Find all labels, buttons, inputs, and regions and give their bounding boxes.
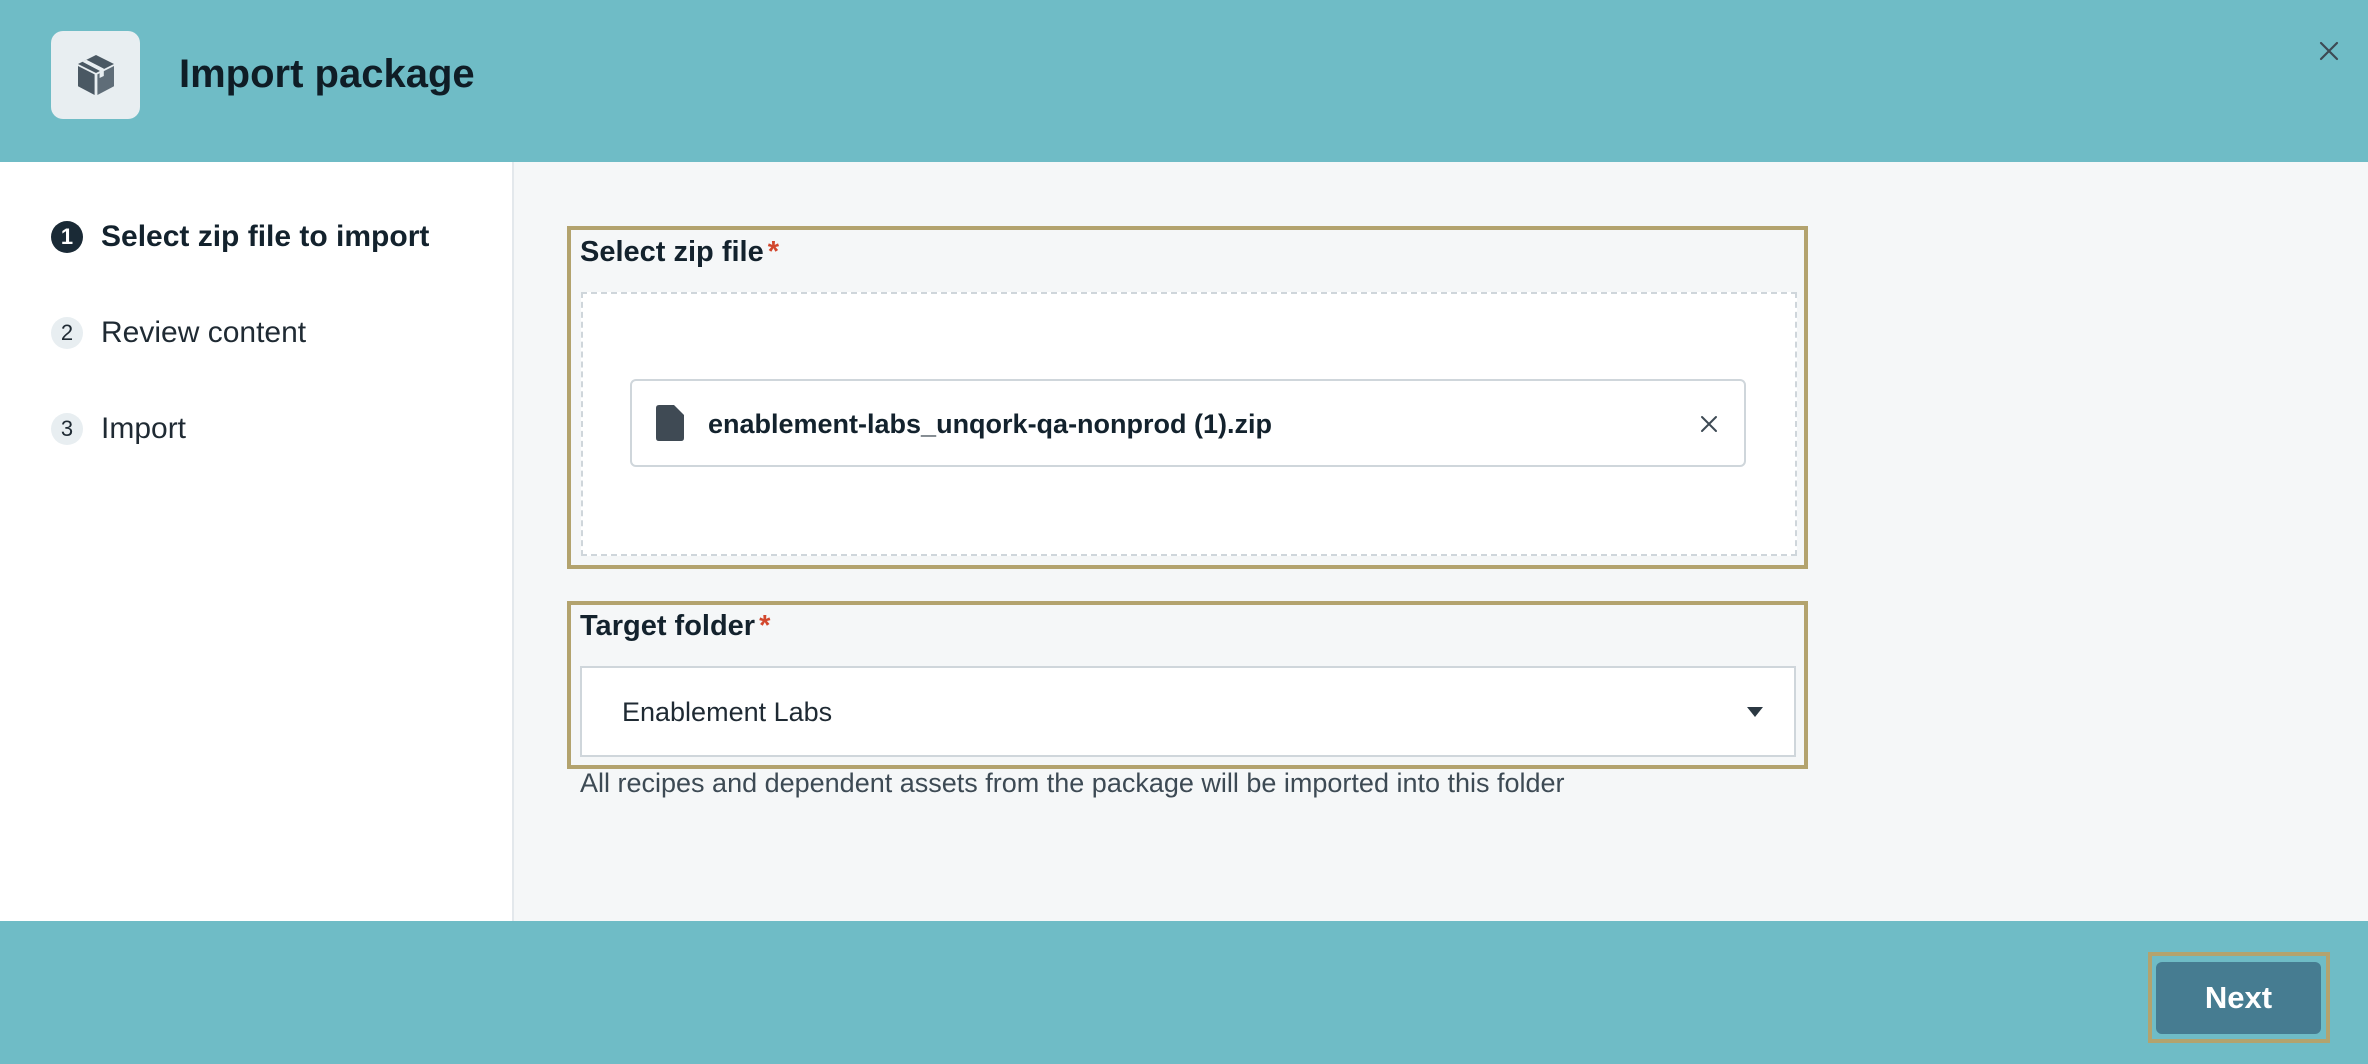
- folder-helper-text: All recipes and dependent assets from th…: [580, 768, 1565, 798]
- package-icon: [77, 55, 114, 95]
- remove-file-button[interactable]: [1696, 411, 1722, 437]
- folder-field-label: Target folder *: [580, 610, 770, 643]
- caret-down-icon: [1747, 707, 1763, 717]
- folder-field-label-text: Target folder: [580, 610, 756, 642]
- file-icon: [656, 405, 684, 441]
- dialog-footer: [0, 921, 2368, 1064]
- wizard-steps: 1 Select zip file to import 2 Review con…: [0, 162, 514, 921]
- step-label: Select zip file to import: [101, 220, 430, 253]
- target-folder-value: Enablement Labs: [622, 697, 833, 727]
- required-marker: *: [767, 236, 780, 268]
- step-select-zip[interactable]: 1 Select zip file to import: [51, 217, 429, 257]
- selected-file-chip: enablement-labs_unqork-qa-nonprod (1).zi…: [630, 379, 1746, 467]
- step-review-content[interactable]: 2 Review content: [51, 313, 306, 353]
- step-label: Import: [101, 412, 187, 445]
- step-number: 2: [51, 317, 83, 349]
- step-number: 1: [51, 221, 83, 253]
- next-button[interactable]: Next: [2156, 962, 2321, 1034]
- close-button[interactable]: [2313, 35, 2345, 67]
- remove-file-icon: [1701, 416, 1717, 432]
- dialog-header: Import package: [0, 0, 2368, 162]
- file-name: enablement-labs_unqork-qa-nonprod (1).zi…: [708, 409, 1273, 439]
- target-folder-select[interactable]: Enablement Labs: [580, 666, 1796, 757]
- package-icon-box: [51, 31, 140, 119]
- step-import[interactable]: 3 Import: [51, 409, 186, 449]
- close-icon: [2319, 41, 2339, 61]
- step-label: Review content: [101, 316, 307, 349]
- zip-field-label: Select zip file *: [580, 236, 779, 269]
- step-number: 3: [51, 413, 83, 445]
- required-marker: *: [759, 610, 771, 642]
- zip-field-label-text: Select zip file: [580, 236, 764, 268]
- dialog-title: Import package: [179, 52, 475, 96]
